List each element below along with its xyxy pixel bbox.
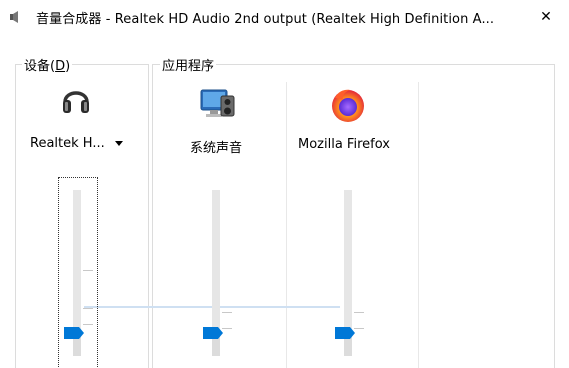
headphones-icon[interactable]: [60, 82, 92, 116]
firefox-icon[interactable]: [329, 86, 367, 124]
device-dropdown[interactable]: Realtek H...: [30, 133, 134, 153]
close-icon: ✕: [540, 9, 552, 25]
column-separator: [286, 82, 287, 368]
app-name-system-sounds: 系统声音: [190, 141, 243, 156]
slider-tick: [354, 312, 364, 313]
slider-tick: [83, 308, 93, 309]
chevron-down-icon: [114, 140, 123, 146]
volume-mixer-window: 音量合成器 - Realtek HD Audio 2nd output (Rea…: [0, 0, 569, 368]
apps-group-label: 应用程序: [160, 55, 217, 74]
apps-group-right-border: [554, 64, 555, 368]
speaker-icon: [10, 11, 18, 23]
slider-tick: [222, 328, 232, 329]
slider-thumb[interactable]: [64, 326, 84, 339]
slider-tick: [83, 270, 93, 271]
close-button[interactable]: ✕: [523, 0, 569, 34]
slider-tick: [222, 312, 232, 313]
slider-thumb[interactable]: [203, 326, 223, 339]
column-separator: [152, 64, 153, 368]
app-name-firefox: Mozilla Firefox: [298, 137, 390, 152]
column-separator: [148, 64, 149, 368]
slider-tick: [83, 324, 93, 325]
firefox-volume-slider[interactable]: [330, 178, 368, 368]
window-title: 音量合成器 - Realtek HD Audio 2nd output (Rea…: [36, 12, 495, 27]
slider-tick: [354, 328, 364, 329]
column-separator: [418, 82, 419, 368]
system-sounds-icon[interactable]: [199, 86, 237, 122]
title-bar[interactable]: 音量合成器 - Realtek HD Audio 2nd output (Rea…: [0, 0, 569, 34]
device-name: Realtek H...: [30, 135, 105, 151]
device-group-left-border: [15, 64, 16, 368]
device-volume-slider[interactable]: [58, 177, 98, 368]
system-sounds-volume-slider[interactable]: [198, 178, 236, 368]
device-group-label: 设备(D): [22, 55, 73, 74]
slider-thumb[interactable]: [335, 326, 355, 339]
